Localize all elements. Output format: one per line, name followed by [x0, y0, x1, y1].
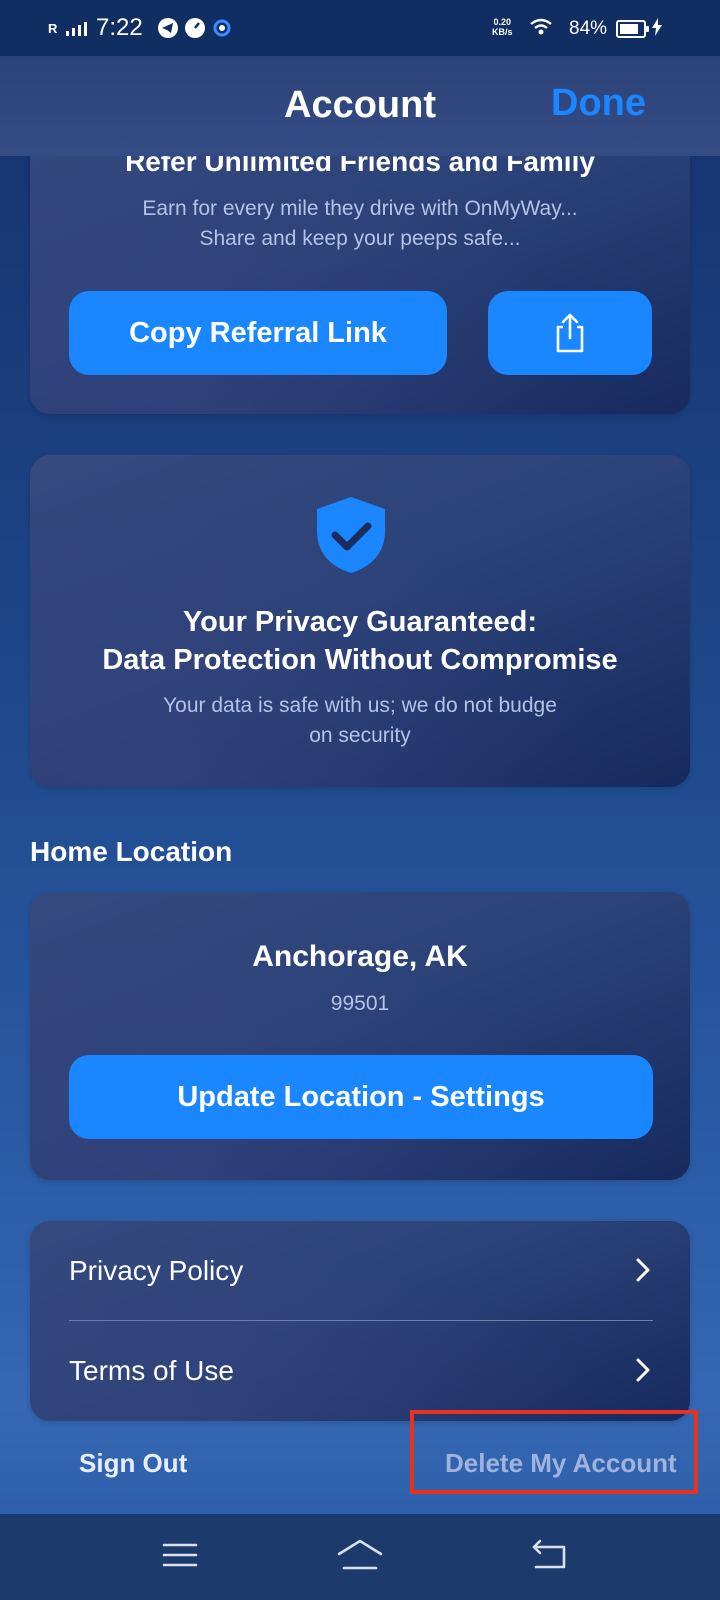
network-speed-value: 0.20 [493, 17, 512, 27]
system-nav-bar [0, 1514, 720, 1600]
sign-out-button[interactable]: Sign Out [79, 1448, 187, 1479]
privacy-policy-label: Privacy Policy [69, 1255, 244, 1286]
battery-icon [616, 20, 649, 38]
status-time: 7:22 [96, 14, 143, 41]
back-icon[interactable] [530, 1538, 568, 1572]
menu-icon[interactable] [162, 1538, 198, 1572]
done-button[interactable]: Done [551, 82, 646, 125]
privacy-title-line2: Data Protection Without Compromise [102, 644, 618, 676]
highlight-box [410, 1410, 698, 1494]
share-icon [556, 313, 584, 353]
referral-subtitle-line1: Earn for every mile they drive with OnMy… [142, 197, 578, 220]
shield-check-icon [317, 497, 385, 573]
referral-subtitle-line2: Share and keep your peeps safe... [199, 227, 521, 250]
status-bar: R 7:22 0.20 KB/s 84% [0, 0, 720, 56]
terms-of-use-row[interactable]: Terms of Use [69, 1321, 653, 1419]
privacy-subtitle-line1: Your data is safe with us; we do not bud… [163, 694, 557, 717]
signal-icon [66, 22, 87, 36]
wifi-icon [530, 18, 552, 35]
charging-icon [652, 18, 662, 36]
privacy-title: Your Privacy Guaranteed: Data Protection… [30, 603, 690, 679]
privacy-policy-row[interactable]: Privacy Policy [69, 1221, 653, 1319]
privacy-card: Your Privacy Guaranteed: Data Protection… [30, 455, 690, 787]
home-city: Anchorage, AK [252, 940, 468, 973]
terms-of-use-label: Terms of Use [69, 1355, 234, 1386]
home-icon[interactable] [336, 1538, 384, 1574]
copy-referral-link-button[interactable]: Copy Referral Link [69, 291, 447, 375]
network-speed: 0.20 KB/s [492, 17, 513, 37]
battery-fill [620, 24, 638, 34]
privacy-title-line1: Your Privacy Guaranteed: [182, 606, 538, 638]
privacy-subtitle-line2: on security [309, 724, 411, 747]
speedometer-icon [185, 18, 205, 38]
sync-icon [213, 19, 231, 37]
referral-subtitle: Earn for every mile they drive with OnMy… [30, 194, 690, 254]
copy-referral-link-label: Copy Referral Link [129, 316, 387, 349]
share-button[interactable] [488, 291, 652, 375]
chevron-right-icon [636, 1358, 650, 1382]
home-location-heading: Home Location [30, 836, 233, 867]
app-header: Account Done [0, 56, 720, 156]
battery-percent: 84% [569, 18, 608, 39]
network-speed-unit: KB/s [492, 27, 513, 37]
chevron-right-icon [636, 1258, 650, 1282]
telegram-icon [158, 18, 178, 38]
home-zip: 99501 [330, 992, 390, 1015]
carrier-indicator: R [48, 21, 58, 36]
links-card: Privacy Policy Terms of Use [30, 1221, 690, 1421]
privacy-subtitle: Your data is safe with us; we do not bud… [30, 691, 690, 751]
update-location-label: Update Location - Settings [177, 1080, 545, 1113]
update-location-button[interactable]: Update Location - Settings [69, 1055, 653, 1139]
home-location-card: Anchorage, AK 99501 Update Location - Se… [30, 892, 690, 1180]
